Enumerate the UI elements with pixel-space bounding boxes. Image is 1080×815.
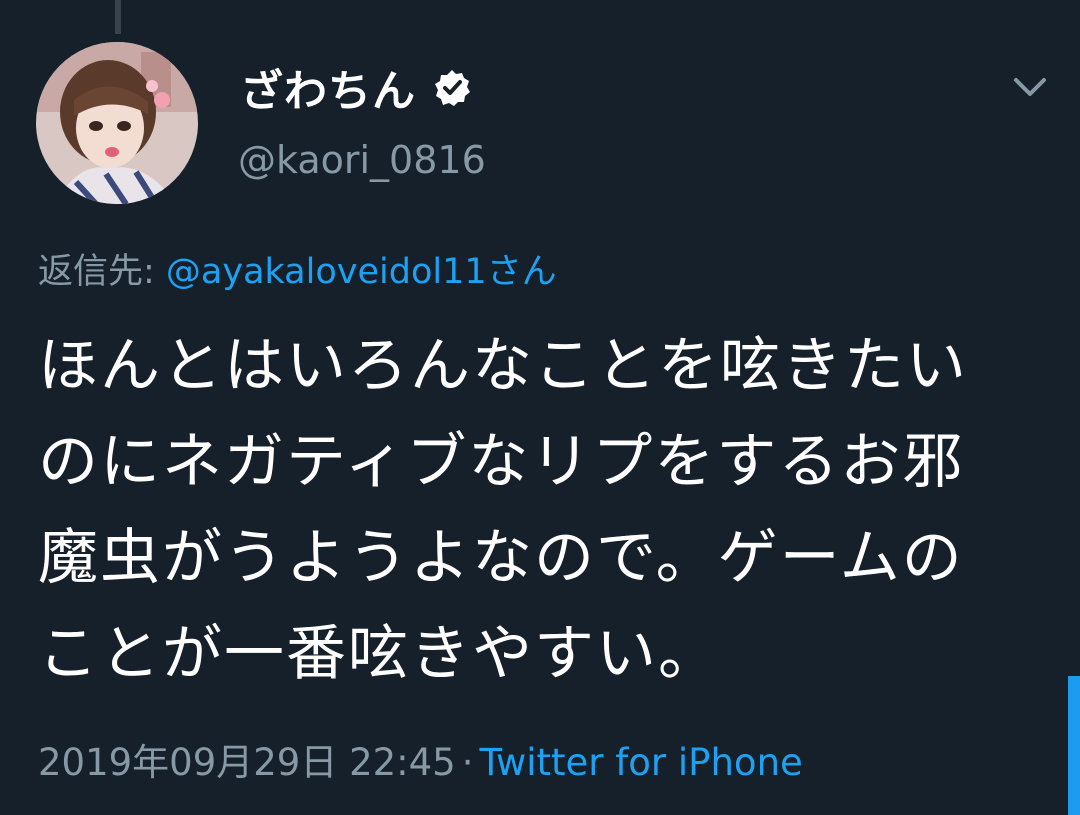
verified-badge-icon (435, 70, 470, 106)
tweet-text-line: ことが一番呟きやすい。 (38, 619, 720, 689)
avatar[interactable] (36, 42, 198, 204)
author-row: ざわちん (240, 58, 472, 118)
source-link[interactable]: Twitter for iPhone (479, 741, 802, 784)
timestamp[interactable]: 2019年09月29日 22:45 (38, 741, 456, 784)
reply-context: 返信先: @ayakaloveidol11さん (38, 243, 557, 294)
author-handle[interactable]: @kaori_0816 (238, 138, 486, 182)
tweet-text-line: のにネガティブなリプをするお邪 (38, 427, 965, 497)
tweet-text-line: 魔虫がうようよなので。ゲームの (38, 523, 964, 593)
scrollbar-thumb[interactable] (1068, 676, 1080, 815)
thread-connector-line (115, 0, 121, 34)
reply-prefix: 返信先: (38, 252, 166, 292)
tweet-meta: 2019年09月29日 22:45 · Twitter for iPhone (38, 732, 803, 786)
display-name[interactable]: ざわちん (240, 57, 416, 119)
tweet-text-line: ほんとはいろんなことを呟きたい (38, 331, 968, 401)
meta-separator: · (461, 741, 474, 784)
tweet-text: ほんとはいろんなことを呟きたい のにネガティブなリプをするお邪 魔虫がうようよな… (38, 318, 1048, 702)
reply-mention-link[interactable]: @ayakaloveidol11さん (166, 252, 557, 292)
chevron-down-icon[interactable] (1008, 70, 1052, 104)
